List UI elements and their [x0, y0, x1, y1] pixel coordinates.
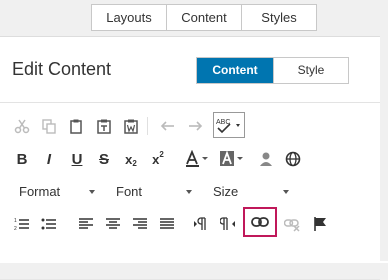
tab-layouts[interactable]: Layouts — [92, 5, 167, 30]
size-dropdown-label: Size — [213, 184, 239, 199]
flag-icon[interactable] — [310, 214, 330, 234]
undo-icon[interactable] — [158, 116, 178, 136]
edit-content-panel: Edit Content Content Style ABC B I U S x… — [0, 36, 388, 280]
align-center-icon[interactable] — [103, 214, 123, 234]
editor-toolbar: ABC B I U S x2 x2 Format Font Size 1 2 — [0, 102, 388, 280]
font-dropdown[interactable]: Font — [116, 182, 192, 202]
subscript-sub: 2 — [132, 158, 137, 168]
tab-styles[interactable]: Styles — [242, 5, 316, 30]
numbered-list-icon[interactable]: 12 — [12, 214, 32, 234]
justify-icon[interactable] — [157, 214, 177, 234]
superscript-base: x — [152, 151, 160, 167]
chevron-down-icon — [186, 190, 192, 194]
panel-scrollbar[interactable] — [380, 36, 388, 261]
paste-icon[interactable] — [66, 116, 86, 136]
globe-icon[interactable] — [283, 149, 303, 169]
chevron-down-icon — [89, 190, 95, 194]
align-left-icon[interactable] — [76, 214, 96, 234]
svg-text:2: 2 — [14, 226, 17, 232]
bold-button[interactable]: B — [12, 149, 32, 169]
cut-icon[interactable] — [12, 116, 32, 136]
content-style-toggle: Content Style — [196, 57, 349, 84]
redo-icon[interactable] — [185, 116, 205, 136]
align-right-icon[interactable] — [130, 214, 150, 234]
superscript-button[interactable]: x2 — [148, 149, 168, 169]
user-icon[interactable] — [256, 149, 276, 169]
copy-icon[interactable] — [39, 116, 59, 136]
format-dropdown-label: Format — [19, 184, 61, 199]
italic-button[interactable]: I — [39, 149, 59, 169]
top-bar: Layouts Content Styles — [0, 0, 388, 36]
background-color-icon[interactable] — [219, 149, 247, 169]
subscript-button[interactable]: x2 — [121, 149, 141, 169]
underline-button[interactable]: U — [67, 149, 87, 169]
rtl-direction-icon[interactable] — [218, 214, 238, 234]
bulleted-list-icon[interactable] — [39, 214, 59, 234]
tab-content[interactable]: Content — [167, 5, 242, 30]
link-button[interactable] — [243, 207, 277, 237]
paste-text-icon[interactable] — [94, 116, 114, 136]
segment-style[interactable]: Style — [273, 58, 348, 83]
panel-title: Edit Content — [12, 59, 112, 79]
ltr-direction-icon[interactable] — [191, 214, 211, 234]
subscript-base: x — [125, 151, 133, 167]
segment-content[interactable]: Content — [197, 58, 273, 83]
top-tab-group: Layouts Content Styles — [91, 4, 317, 31]
superscript-sup: 2 — [159, 149, 164, 159]
strikethrough-button[interactable]: S — [94, 149, 114, 169]
size-dropdown[interactable]: Size — [213, 182, 289, 202]
text-color-icon[interactable] — [184, 149, 212, 169]
format-dropdown[interactable]: Format — [19, 182, 95, 202]
spellcheck-button[interactable]: ABC — [213, 112, 245, 138]
svg-text:1: 1 — [14, 218, 17, 224]
paste-word-icon[interactable] — [121, 116, 141, 136]
chevron-down-icon — [283, 190, 289, 194]
toolbar-divider — [147, 117, 148, 135]
unlink-icon[interactable] — [282, 214, 302, 234]
font-dropdown-label: Font — [116, 184, 143, 199]
